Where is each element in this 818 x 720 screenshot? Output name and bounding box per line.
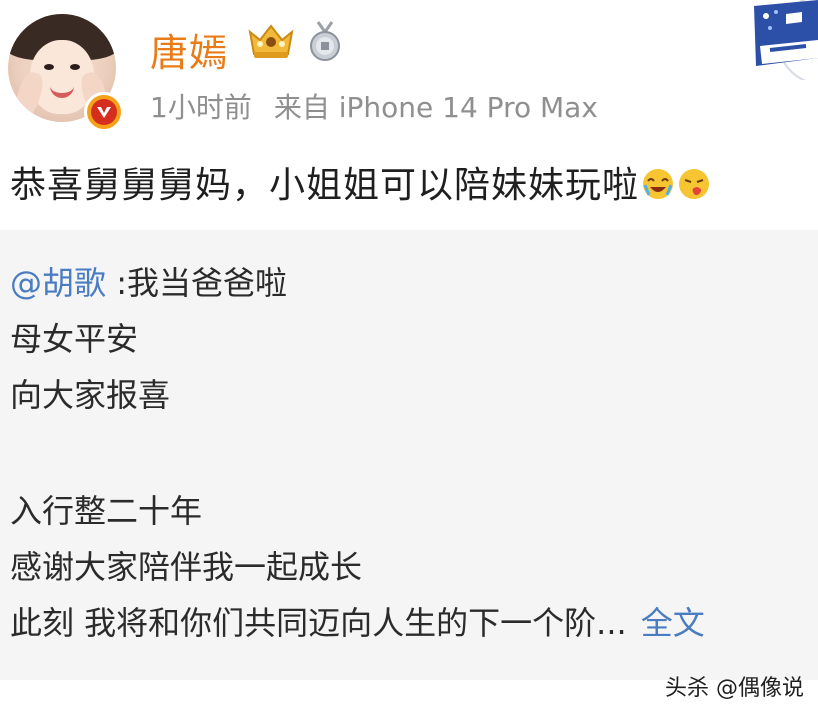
repost-text: :我当爸爸啦 bbox=[106, 264, 287, 302]
post-meta: 1小时前 来自 iPhone 14 Pro Max bbox=[150, 86, 598, 126]
post-content: 恭喜舅舅舅妈，小姐姐可以陪妹妹玩啦 bbox=[10, 156, 711, 208]
mention-link[interactable]: @胡歌 bbox=[10, 264, 106, 302]
medal-badge-icon[interactable] bbox=[304, 20, 346, 62]
weibo-post: 唐嫣 1小时前 来自 iPhone 14 Pro Max 恭喜舅舅舅妈，小姐姐可以… bbox=[0, 0, 818, 720]
repost-line-1: @胡歌 :我当爸爸啦 bbox=[10, 258, 287, 304]
repost-line-4: 入行整二十年 bbox=[10, 492, 203, 530]
repost-line-2: 母女平安 bbox=[10, 320, 139, 358]
reposted-content[interactable]: @胡歌 :我当爸爸啦 母女平安 向大家报喜 入行整二十年 感谢大家陪伴我一起成长… bbox=[0, 230, 818, 680]
verified-badge-icon bbox=[84, 92, 124, 132]
repost-line-3: 向大家报喜 bbox=[10, 376, 171, 414]
repost-line-5: 感谢大家陪伴我一起成长 bbox=[10, 548, 363, 586]
full-text-link[interactable]: 全文 bbox=[641, 604, 705, 642]
avatar[interactable] bbox=[8, 14, 124, 132]
repost-line-6: 此刻 我将和你们共同迈向人生的下一个阶... 全文 bbox=[10, 598, 705, 644]
post-source: 来自 iPhone 14 Pro Max bbox=[273, 91, 598, 124]
vip-crown-badge-icon[interactable] bbox=[246, 22, 296, 62]
username[interactable]: 唐嫣 bbox=[150, 22, 228, 77]
repost-truncated-text: 此刻 我将和你们共同迈向人生的下一个阶... bbox=[10, 604, 627, 642]
post-time: 1小时前 bbox=[150, 91, 252, 124]
watermark: 头杀 @偶像说 bbox=[665, 676, 804, 701]
kiss-emoji-icon bbox=[679, 169, 710, 199]
cry-happy-emoji-icon bbox=[643, 169, 674, 199]
event-corner-badge-icon[interactable] bbox=[746, 0, 818, 80]
post-text: 恭喜舅舅舅妈，小姐姐可以陪妹妹玩啦 bbox=[10, 165, 640, 206]
